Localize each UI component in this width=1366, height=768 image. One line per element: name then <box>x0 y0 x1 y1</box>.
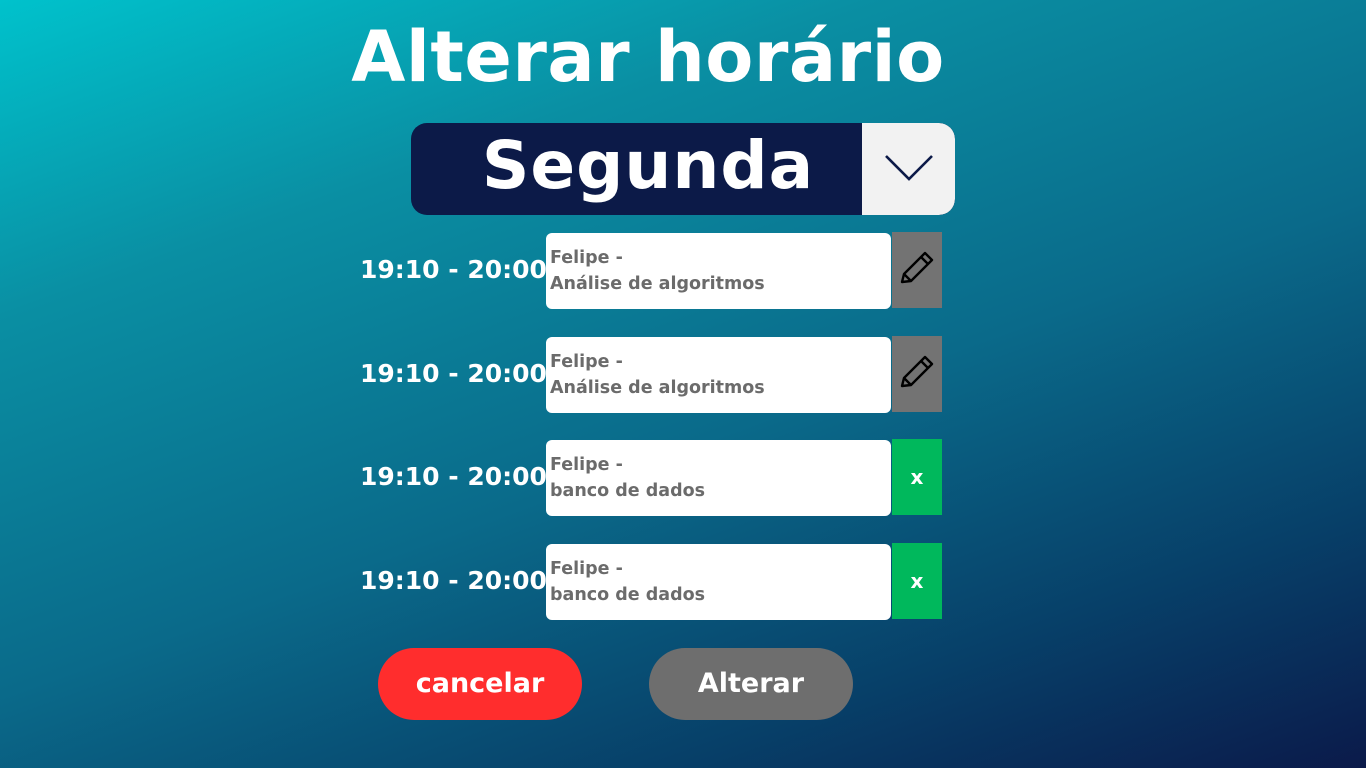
time-slot-label: 19:10 - 20:00 <box>360 566 547 595</box>
edit-slot-button[interactable] <box>892 232 942 308</box>
slot-assignment-field[interactable]: Felipe - banco de dados <box>546 544 891 620</box>
subject-name: Análise de algoritmos <box>550 274 765 294</box>
subject-name: banco de dados <box>550 585 706 605</box>
time-slot-label: 19:10 - 20:00 <box>360 255 547 284</box>
time-slot-label: 19:10 - 20:00 <box>360 359 547 388</box>
pencil-icon <box>894 245 940 295</box>
selected-day-label: Segunda <box>481 127 815 204</box>
teacher-name: Felipe - <box>550 455 623 475</box>
slot-assignment-field[interactable]: Felipe - banco de dados <box>546 440 891 516</box>
schedule-row: 19:10 - 20:00 Felipe - banco de dados x <box>0 543 1366 620</box>
pencil-icon <box>894 349 940 399</box>
teacher-name: Felipe - <box>550 248 623 268</box>
slot-assignment-field[interactable]: Felipe - Análise de algoritmos <box>546 337 891 413</box>
schedule-row: 19:10 - 20:00 Felipe - banco de dados x <box>0 439 1366 516</box>
page-title: Alterar horário <box>351 16 945 98</box>
remove-slot-button[interactable]: x <box>892 543 942 619</box>
remove-slot-button[interactable]: x <box>892 439 942 515</box>
subject-name: banco de dados <box>550 481 706 501</box>
schedule-row: 19:10 - 20:00 Felipe - Análise de algori… <box>0 336 1366 413</box>
chevron-down-icon <box>883 151 935 187</box>
slot-assignment-field[interactable]: Felipe - Análise de algoritmos <box>546 233 891 309</box>
teacher-name: Felipe - <box>550 352 623 372</box>
schedule-row: 19:10 - 20:00 Felipe - Análise de algori… <box>0 232 1366 309</box>
subject-name: Análise de algoritmos <box>550 378 765 398</box>
alterar-button[interactable]: Alterar <box>649 648 853 720</box>
cancel-button[interactable]: cancelar <box>378 648 582 720</box>
dropdown-toggle-button[interactable] <box>862 123 955 215</box>
teacher-name: Felipe - <box>550 559 623 579</box>
edit-slot-button[interactable] <box>892 336 942 412</box>
day-dropdown[interactable]: Segunda <box>411 123 955 215</box>
time-slot-label: 19:10 - 20:00 <box>360 462 547 491</box>
